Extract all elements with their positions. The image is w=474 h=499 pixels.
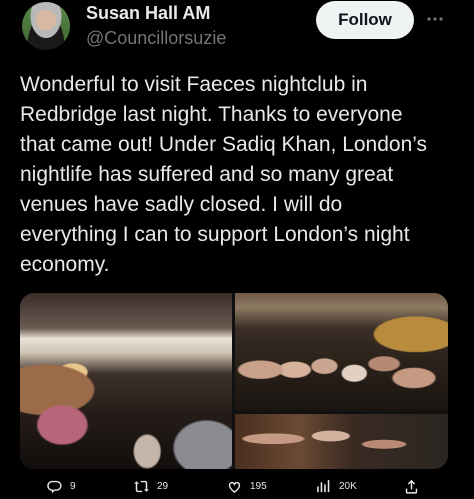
reply-icon — [47, 480, 62, 493]
share-icon — [405, 479, 418, 494]
like-button[interactable]: 195 — [226, 476, 267, 496]
author-handle[interactable]: @Councillorsuzie — [86, 28, 226, 49]
share-button[interactable] — [403, 476, 420, 496]
reply-count: 9 — [70, 480, 76, 492]
action-bar: 9 29 195 20K — [0, 472, 474, 499]
media-grid — [20, 293, 448, 469]
photo-nightclub-interior[interactable] — [20, 293, 232, 469]
retweet-icon — [134, 480, 149, 492]
views-count: 20K — [339, 480, 357, 492]
tweet-header: Susan Hall AM @Councillorsuzie Follow — [0, 0, 474, 56]
views-chart-icon — [317, 479, 330, 492]
photo-crowd[interactable] — [235, 414, 448, 469]
more-horizontal-icon[interactable] — [424, 8, 446, 30]
author-display-name[interactable]: Susan Hall AM — [86, 3, 210, 24]
reply-button[interactable]: 9 — [46, 476, 76, 496]
views-button[interactable]: 20K — [315, 476, 357, 496]
heart-icon — [228, 481, 241, 493]
tweet-text: Wonderful to visit Faeces nightclub in R… — [20, 73, 428, 276]
follow-button[interactable]: Follow — [316, 1, 414, 39]
avatar[interactable] — [22, 2, 70, 50]
retweet-button[interactable]: 29 — [133, 476, 168, 496]
photo-group[interactable] — [235, 293, 448, 411]
retweet-count: 29 — [157, 480, 169, 492]
like-count: 195 — [250, 480, 267, 492]
